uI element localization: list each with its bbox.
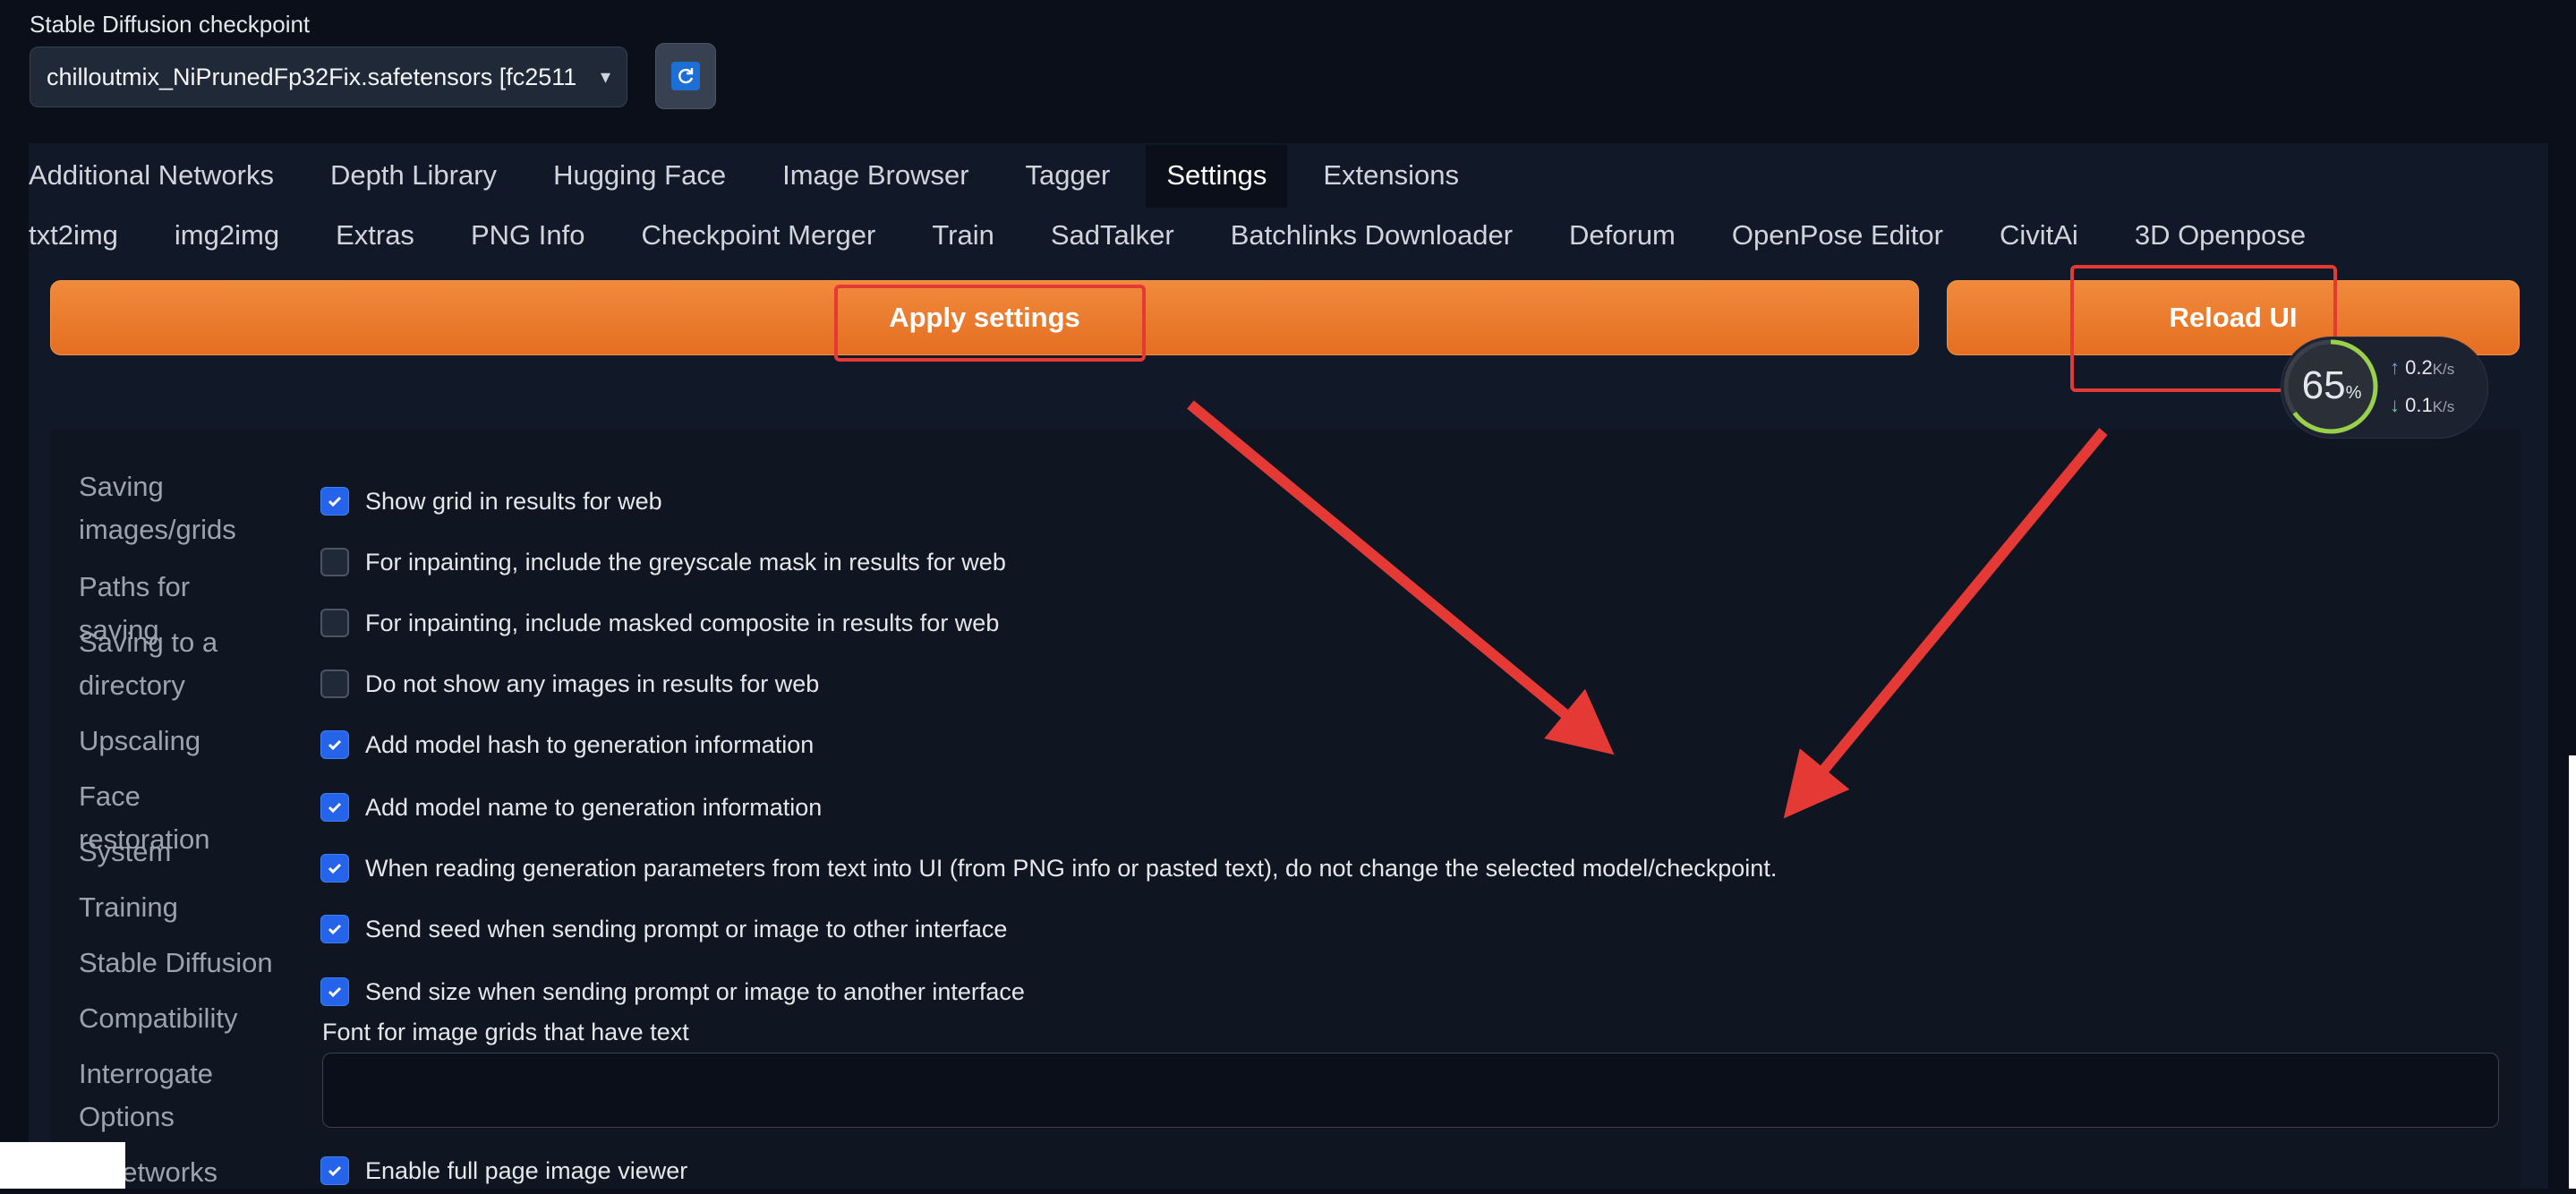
upload-speed: 0.2 xyxy=(2405,356,2433,379)
scrollbar-edge[interactable] xyxy=(2569,755,2576,1189)
upload-unit: K/s xyxy=(2432,361,2455,378)
upload-arrow-icon: ↑ xyxy=(2390,356,2400,379)
download-speed: 0.1 xyxy=(2405,394,2433,416)
network-speed-widget: 65% ↑ 0.2K/s ↓ 0.1K/s xyxy=(2281,337,2488,439)
download-arrow-icon: ↓ xyxy=(2390,394,2400,416)
overlay-corner xyxy=(0,1142,125,1189)
download-unit: K/s xyxy=(2432,398,2455,415)
cpu-percent: 65 xyxy=(2301,363,2346,407)
annotation-arrow-left xyxy=(1187,400,1615,755)
cpu-percent-unit: % xyxy=(2345,383,2362,403)
annotation-arrows xyxy=(1187,400,2108,819)
annotation-arrow-right xyxy=(1783,428,2108,819)
